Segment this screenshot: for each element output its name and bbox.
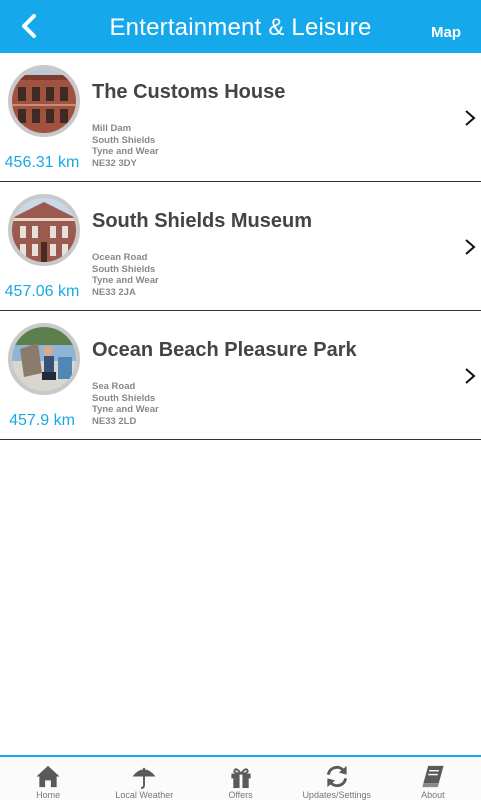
nav-label: Home — [36, 790, 61, 800]
venue-list: 456.31 km The Customs House Mill Dam Sou… — [0, 53, 481, 440]
nav-label: Updates/Settings — [302, 790, 371, 800]
museum-photo — [8, 194, 80, 266]
address-line: Tyne and Wear — [92, 275, 159, 286]
gift-icon — [230, 768, 251, 789]
address-line: Tyne and Wear — [92, 404, 159, 415]
list-item[interactable]: 457.06 km South Shields Museum Ocean Roa… — [0, 182, 481, 311]
venue-title: Ocean Beach Pleasure Park — [92, 339, 357, 361]
customs-house-photo — [8, 65, 80, 137]
address-line: Mill Dam — [92, 123, 132, 134]
address-line: Sea Road — [92, 381, 136, 392]
venue-address: Mill Dam South Shields Tyne and Wear NE3… — [92, 123, 159, 169]
address-line: South Shields — [92, 134, 156, 146]
home-icon — [36, 765, 60, 788]
umbrella-icon — [132, 767, 156, 789]
nav-label: About — [421, 790, 445, 800]
address-line: NE33 2LD — [92, 415, 137, 427]
list-item[interactable]: 457.9 km Ocean Beach Pleasure Park Sea R… — [0, 311, 481, 440]
nav-home[interactable]: Home — [0, 757, 96, 800]
nav-updates-settings[interactable]: Updates/Settings — [289, 757, 385, 800]
map-button[interactable]: Map — [431, 24, 461, 41]
nav-label: Local Weather — [115, 790, 174, 800]
address-line: South Shields — [92, 263, 156, 275]
refresh-icon — [326, 765, 347, 788]
nav-local-weather[interactable]: Local Weather — [96, 757, 192, 800]
list-item[interactable]: 456.31 km The Customs House Mill Dam Sou… — [0, 53, 481, 182]
chevron-right-icon — [465, 368, 476, 384]
chevron-right-icon — [465, 110, 476, 126]
nav-about[interactable]: About — [385, 757, 481, 800]
distance-label: 457.9 km — [9, 412, 75, 429]
address-line: Tyne and Wear — [92, 146, 159, 157]
pleasure-park-photo — [8, 323, 80, 395]
address-line: Ocean Road — [92, 252, 148, 263]
chevron-right-icon — [465, 239, 476, 255]
distance-label: 457.06 km — [4, 283, 80, 300]
venue-address: Sea Road South Shields Tyne and Wear NE3… — [92, 381, 159, 427]
venue-title: The Customs House — [92, 81, 286, 103]
bottom-nav: Home Local Weather Offers Updates/Settin… — [0, 755, 481, 800]
address-line: NE33 2JA — [92, 286, 136, 298]
address-line: NE32 3DY — [92, 157, 137, 169]
app-screen: Entertainment & Leisure Map 456.31 km Th… — [0, 0, 481, 800]
book-icon — [422, 765, 444, 788]
address-line: South Shields — [92, 392, 156, 404]
distance-label: 456.31 km — [4, 154, 80, 171]
page-title: Entertainment & Leisure — [109, 14, 372, 41]
nav-offers[interactable]: Offers — [192, 757, 288, 800]
venue-address: Ocean Road South Shields Tyne and Wear N… — [92, 252, 159, 298]
top-bar: Entertainment & Leisure Map — [0, 0, 481, 53]
nav-label: Offers — [228, 790, 253, 800]
venue-title: South Shields Museum — [92, 210, 313, 232]
